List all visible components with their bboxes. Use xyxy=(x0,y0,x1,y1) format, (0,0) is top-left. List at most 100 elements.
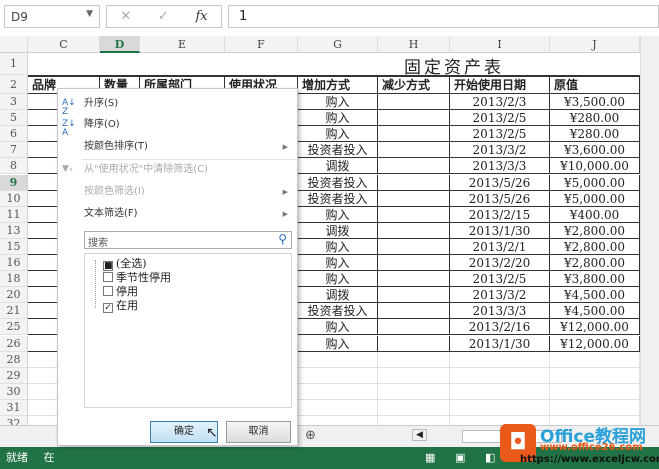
row-header[interactable]: 11 xyxy=(0,206,28,223)
page-break-icon[interactable]: ◧ xyxy=(485,447,495,469)
row-header[interactable]: 16 xyxy=(0,255,28,271)
row-header[interactable]: 30 xyxy=(0,383,28,400)
table-cell[interactable]: 调拨 xyxy=(298,158,378,175)
table-cell[interactable]: 购入 xyxy=(298,271,378,288)
empty-cell[interactable] xyxy=(550,383,640,400)
add-sheet-icon[interactable]: ⊕ xyxy=(305,428,316,443)
formula-input[interactable]: 1 xyxy=(228,5,659,28)
filter-item-select-all[interactable]: ■ (全选) xyxy=(103,257,147,271)
table-cell[interactable] xyxy=(378,142,450,159)
filter-item[interactable]: ✓ 在用 xyxy=(103,299,138,313)
empty-cell[interactable] xyxy=(378,399,450,416)
row-header[interactable]: 7 xyxy=(0,142,28,159)
empty-cell[interactable] xyxy=(378,383,450,400)
empty-cell[interactable] xyxy=(450,399,550,416)
table-cell[interactable] xyxy=(378,238,450,255)
table-cell[interactable]: 购入 xyxy=(298,335,378,352)
row-header[interactable]: 9 xyxy=(0,174,28,191)
table-cell[interactable]: 购入 xyxy=(298,110,378,127)
table-cell[interactable]: ¥280.00 xyxy=(550,126,640,143)
filter-item[interactable]: 季节性停用 xyxy=(103,271,171,285)
enter-icon[interactable]: ✓ xyxy=(158,9,169,24)
table-cell[interactable]: 投资者投入 xyxy=(298,190,378,207)
row-header[interactable]: 3 xyxy=(0,94,28,110)
row-header[interactable]: 28 xyxy=(0,351,28,368)
table-cell[interactable] xyxy=(378,206,450,223)
normal-view-icon[interactable]: ▦ xyxy=(425,447,435,469)
checkbox-unchecked[interactable] xyxy=(103,286,113,296)
checkbox-partial[interactable]: ■ xyxy=(103,261,113,271)
empty-cell[interactable] xyxy=(378,351,450,368)
column-header-F[interactable]: F xyxy=(225,36,298,53)
row-header[interactable]: 8 xyxy=(0,158,28,175)
cancel-button[interactable]: 取消 xyxy=(226,421,291,443)
table-cell[interactable]: ¥2,800.00 xyxy=(550,222,640,239)
table-cell[interactable]: ¥4,500.00 xyxy=(550,303,640,320)
empty-cell[interactable] xyxy=(550,399,640,416)
table-cell[interactable]: 投资者投入 xyxy=(298,303,378,320)
table-cell[interactable]: ¥400.00 xyxy=(550,206,640,223)
row-header[interactable]: 20 xyxy=(0,287,28,304)
empty-cell[interactable] xyxy=(550,351,640,368)
chevron-down-icon[interactable]: ▼ xyxy=(86,9,93,19)
table-cell[interactable]: ¥5,000.00 xyxy=(550,190,640,207)
row-header[interactable]: 6 xyxy=(0,126,28,143)
empty-cell[interactable] xyxy=(298,399,378,416)
table-cell[interactable]: 购入 xyxy=(298,255,378,271)
table-cell[interactable]: ¥280.00 xyxy=(550,110,640,127)
scroll-left-icon[interactable]: ◀ xyxy=(412,429,427,441)
column-header-I[interactable]: I xyxy=(450,36,550,53)
row-header[interactable]: 21 xyxy=(0,303,28,320)
row-header[interactable]: 15 xyxy=(0,238,28,255)
table-cell[interactable]: ¥3,500.00 xyxy=(550,94,640,110)
row-header[interactable]: 1 xyxy=(0,53,28,75)
table-cell[interactable] xyxy=(378,335,450,352)
table-cell[interactable]: 投资者投入 xyxy=(298,142,378,159)
column-header-H[interactable]: H xyxy=(378,36,450,53)
row-header[interactable]: 25 xyxy=(0,319,28,336)
table-cell[interactable]: 2013/5/26 xyxy=(450,174,550,191)
table-cell[interactable]: 2013/2/5 xyxy=(450,271,550,288)
table-cell[interactable]: 2013/2/5 xyxy=(450,110,550,127)
table-cell[interactable]: 购入 xyxy=(298,94,378,110)
table-cell[interactable]: 2013/3/3 xyxy=(450,303,550,320)
cancel-icon[interactable]: ✕ xyxy=(120,9,131,24)
row-header[interactable]: 2 xyxy=(0,75,28,94)
table-cell[interactable]: 2013/1/30 xyxy=(450,222,550,239)
menu-sort-by-color[interactable]: 按颜色排序(T) ▶ xyxy=(84,138,294,156)
table-cell[interactable] xyxy=(378,303,450,320)
column-header-C[interactable]: C xyxy=(28,36,100,53)
table-cell[interactable]: 购入 xyxy=(298,206,378,223)
table-cell[interactable] xyxy=(378,190,450,207)
empty-cell[interactable] xyxy=(298,383,378,400)
empty-cell[interactable] xyxy=(550,367,640,384)
empty-cell[interactable] xyxy=(298,367,378,384)
menu-sort-descending[interactable]: Z↓ A 降序(O) xyxy=(62,116,294,138)
table-cell[interactable]: ¥4,500.00 xyxy=(550,287,640,304)
select-all-corner[interactable] xyxy=(0,36,28,53)
page-layout-icon[interactable]: ▣ xyxy=(455,447,465,469)
empty-cell[interactable] xyxy=(450,383,550,400)
column-header-E[interactable]: E xyxy=(140,36,225,53)
table-cell[interactable]: ¥3,600.00 xyxy=(550,142,640,159)
checkbox-checked[interactable]: ✓ xyxy=(103,303,113,313)
insert-function-icon[interactable]: fx xyxy=(195,9,207,24)
table-cell[interactable]: 2013/2/1 xyxy=(450,238,550,255)
table-cell[interactable]: 2013/2/16 xyxy=(450,319,550,336)
table-cell[interactable]: 2013/2/20 xyxy=(450,255,550,271)
table-cell[interactable]: ¥2,800.00 xyxy=(550,255,640,271)
row-header[interactable]: 31 xyxy=(0,399,28,416)
table-cell[interactable]: 购入 xyxy=(298,238,378,255)
filter-search-input[interactable]: 搜索 ⚲ xyxy=(84,231,292,249)
row-header[interactable]: 29 xyxy=(0,367,28,384)
column-header-J[interactable]: J xyxy=(550,36,640,53)
table-cell[interactable] xyxy=(378,271,450,288)
column-header-G[interactable]: G xyxy=(298,36,378,53)
table-cell[interactable]: ¥10,000.00 xyxy=(550,158,640,175)
vertical-scrollbar[interactable] xyxy=(640,36,659,425)
table-cell[interactable]: 2013/2/15 xyxy=(450,206,550,223)
table-cell[interactable]: 调拨 xyxy=(298,287,378,304)
table-cell[interactable]: ¥12,000.00 xyxy=(550,335,640,352)
row-header[interactable]: 18 xyxy=(0,271,28,288)
table-cell[interactable]: 购入 xyxy=(298,319,378,336)
